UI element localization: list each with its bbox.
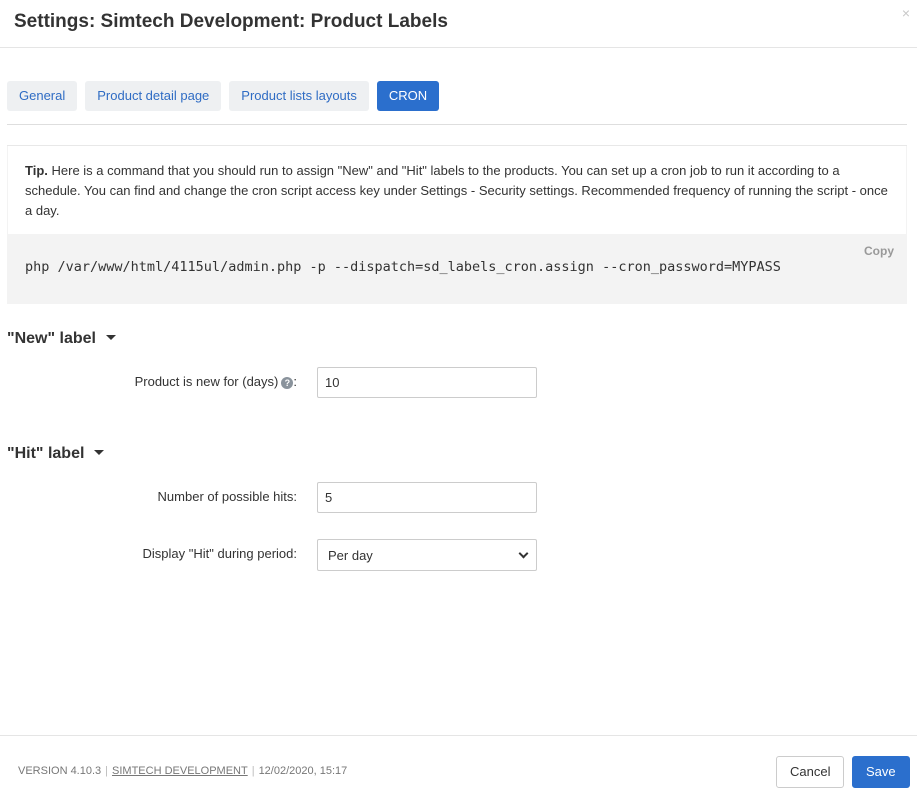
help-icon[interactable]: ? [281,377,294,389]
new-label-section-toggle[interactable]: "New" label [7,330,116,348]
tab-bar: General Product detail page Product list… [7,81,447,111]
footer-separator: | [251,765,255,777]
tab-product-lists-layouts[interactable]: Product lists layouts [229,81,369,111]
label-colon: : [293,374,297,389]
hit-period-label: Display "Hit" during period: [142,546,297,561]
footer-info: VERSION 4.10.3 | SIMTECH DEVELOPMENT | 12/02… [18,765,347,777]
tab-product-detail-page[interactable]: Product detail page [85,81,222,111]
dialog-header: Settings: Simtech Development: Product L… [0,0,917,48]
chevron-down-icon [518,548,529,559]
hit-period-select[interactable]: Per day [317,539,537,571]
hit-period-selected-value: Per day [328,548,373,563]
cancel-button[interactable]: Cancel [776,756,845,788]
company-link[interactable]: SIMTECH DEVELOPMENT [112,765,248,777]
product-new-days-input[interactable] [317,367,537,398]
dialog-footer: VERSION 4.10.3 | SIMTECH DEVELOPMENT | 12/02… [0,735,917,798]
product-new-days-label: Product is new for (days)?: [135,374,297,389]
cron-tip-box: Tip. Here is a command that you should r… [7,145,907,304]
possible-hits-label: Number of possible hits: [157,489,297,504]
tip-body: Here is a command that you should run to… [25,163,888,218]
product-new-days-label-text: Product is new for (days) [134,374,279,389]
tip-text: Tip. Here is a command that you should r… [8,146,906,234]
copy-button[interactable]: Copy [864,244,894,258]
new-label-section-title: "New" label [7,330,96,347]
caret-down-icon [94,450,105,456]
hit-label-section-title: "Hit" label [7,445,85,462]
tip-prefix: Tip. [25,163,48,178]
tab-general[interactable]: General [7,81,78,111]
cron-command: php /var/www/html/4115ul/admin.php -p --… [25,259,781,275]
possible-hits-input[interactable] [317,482,537,513]
footer-datetime: 12/02/2020, 15:17 [258,765,348,777]
footer-separator: | [105,765,109,777]
tab-cron[interactable]: CRON [376,81,440,111]
tabs-divider [7,124,907,125]
hit-label-section-toggle[interactable]: "Hit" label [7,445,105,463]
save-button[interactable]: Save [852,756,910,788]
version-text: VERSION 4.10.3 [18,765,102,777]
dialog-title: Settings: Simtech Development: Product L… [14,11,448,32]
caret-down-icon [105,335,116,341]
close-icon[interactable]: × [902,5,910,21]
